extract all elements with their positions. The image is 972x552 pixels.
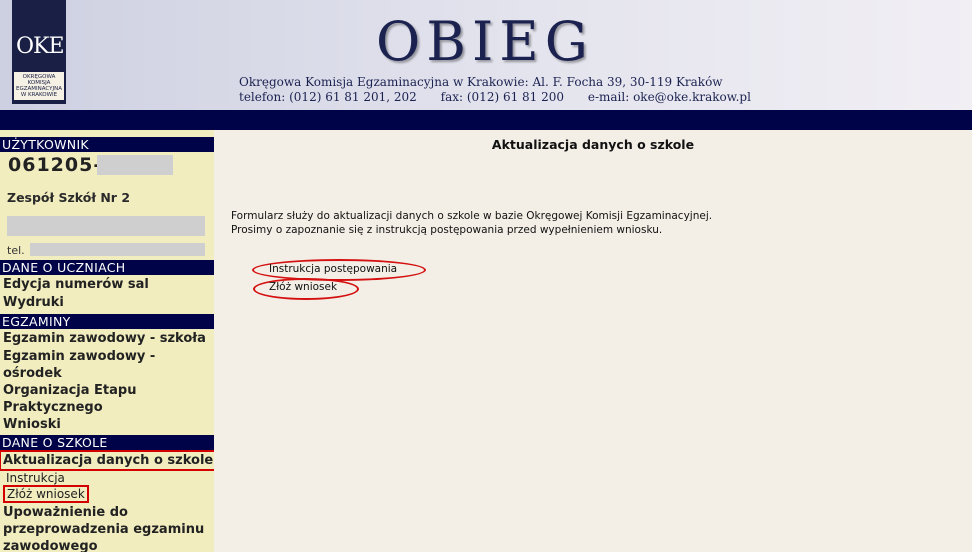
app-title: OBIEG [376, 10, 594, 73]
tel-label: tel. [7, 244, 25, 257]
students-section-heading: DANE O UCZNIACH [0, 260, 214, 275]
nav-exam-authorization[interactable]: Upoważnienie do przeprowadzenia egzaminu… [3, 504, 213, 552]
page-title: Aktualizacja danych o szkole [491, 137, 695, 152]
header-fax: fax: (012) 61 81 200 [440, 90, 565, 104]
exams-section-heading: EGZAMINY [0, 314, 214, 329]
nav-practical-stage[interactable]: Organizacja Etapu Praktycznego [3, 382, 213, 416]
header-address: Okręgowa Komisja Egzaminacyjna w Krakowi… [239, 75, 723, 89]
oke-logo[interactable]: OKE OKRĘGOWA KOMISJA EGZAMINACYJNA W KRA… [12, 0, 66, 104]
header-contact: telefon: (012) 61 81 201, 202 fax: (012)… [239, 90, 751, 104]
school-name: Zespół Szkół Nr 2 [7, 190, 131, 205]
sidebar: UŻYTKOWNIK 061205- Zespół Szkół Nr 2 tel… [0, 130, 214, 552]
nav-applications[interactable]: Wnioski [3, 416, 213, 433]
header-phone: telefon: (012) 61 81 201, 202 [239, 90, 417, 104]
instructions-link[interactable]: Instrukcja postępowania [269, 263, 397, 275]
submit-application-link[interactable]: Złóż wniosek [269, 281, 337, 293]
main-content: Aktualizacja danych o szkole Formularz s… [214, 130, 972, 552]
redacted-user-id [97, 155, 173, 175]
logo-mark: OKE [16, 34, 65, 59]
nav-printouts[interactable]: Wydruki [3, 294, 213, 311]
nav-update-school-data[interactable]: Aktualizacja danych o szkole [0, 450, 214, 471]
page-description: Formularz służy do aktualizacji danych o… [231, 210, 713, 236]
user-id: 061205- [8, 154, 103, 176]
nav-vocational-exam-center[interactable]: Egzamin zawodowy - ośrodek [3, 348, 213, 382]
user-section-heading: UŻYTKOWNIK [0, 137, 214, 152]
nav-vocational-exam-school[interactable]: Egzamin zawodowy - szkoła [3, 330, 213, 347]
school-section-heading: DANE O SZKOLE [0, 435, 214, 450]
nav-edit-room-numbers[interactable]: Edycja numerów sal [3, 276, 213, 293]
redacted-address [7, 216, 205, 236]
nav-instructions[interactable]: Instrukcja [6, 471, 65, 485]
logo-caption: OKRĘGOWA KOMISJA EGZAMINACYJNA W KRAKOWI… [14, 72, 64, 100]
redacted-phone [30, 243, 205, 256]
page-header: OKE OKRĘGOWA KOMISJA EGZAMINACYJNA W KRA… [0, 0, 972, 110]
top-navbar [0, 110, 972, 130]
header-email: e-mail: oke@oke.krakow.pl [587, 90, 751, 104]
nav-submit-application[interactable]: Złóż wniosek [3, 485, 89, 503]
